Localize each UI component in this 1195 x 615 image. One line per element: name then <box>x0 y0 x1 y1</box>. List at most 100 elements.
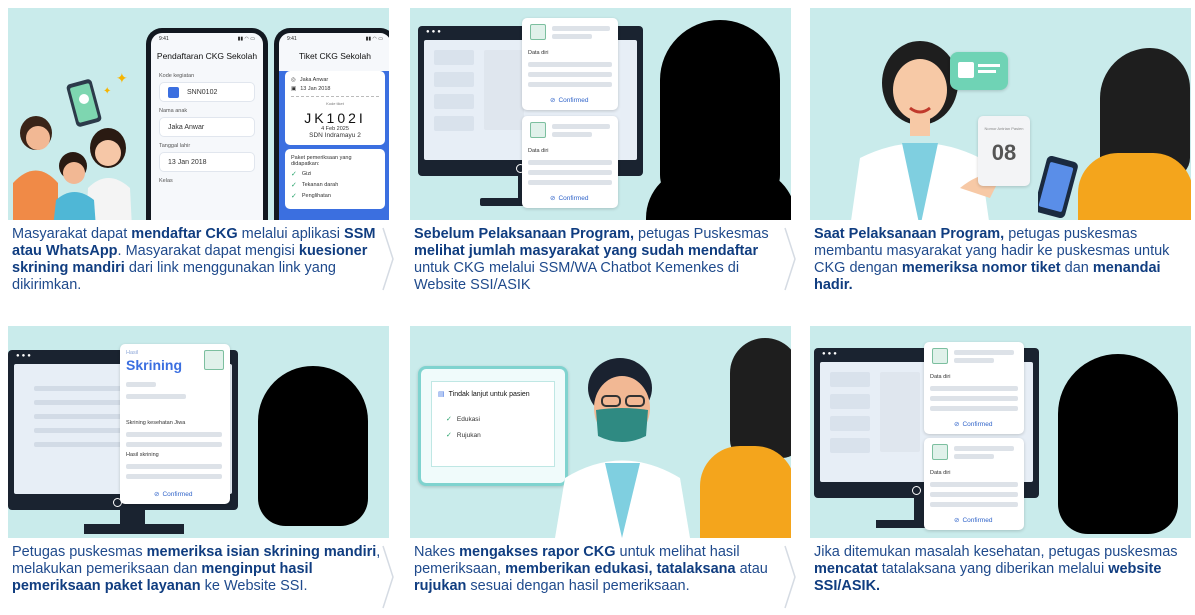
check-circle-icon: ⊘ <box>954 421 960 428</box>
caption-3: Saat Pelaksanaan Program, petugas puskes… <box>814 226 1189 294</box>
phone-whatsapp-icon <box>66 79 102 127</box>
caption-text: Petugas puskesmas <box>12 544 147 560</box>
caption-text: ke Website SSI. <box>200 578 308 594</box>
field-label: Kode kegiatan <box>159 73 195 79</box>
id-card-icon <box>950 52 1008 90</box>
caption-bold-text: memeriksa isian skrining mandiri <box>146 544 377 560</box>
ticket-code: JK102I <box>304 110 366 126</box>
panel-1: ✦ ✦ 9:41 ▮▮ ◠ ▭ Pendaftaran CKG Sekolah K… <box>0 0 395 307</box>
queue-ticket: Nomor Antrian Pasien 08 <box>978 116 1030 186</box>
check-icon: ✓ <box>446 416 452 423</box>
panel-5: ▤ Tindak lanjut untuk pasien ✓ Edukasi ✓ Ru… <box>402 318 797 615</box>
chevron-right-icon <box>382 545 394 609</box>
panel-2: ●●● Data diri ⊘ Confirmed Data diri ⊘ Co… <box>402 0 797 307</box>
confirmed-status: ⊘ Confirmed <box>550 96 589 105</box>
user-card: Data diri ⊘ Confirmed <box>522 18 618 110</box>
chevron-right-icon <box>784 227 796 291</box>
phone-title: Tiket CKG Sekolah <box>299 51 371 61</box>
caption-4: Petugas puskesmas memeriksa isian skrini… <box>12 544 387 595</box>
scene-followup: ▤ Tindak lanjut untuk pasien ✓ Edukasi ✓ Ru… <box>410 326 791 538</box>
caption-bold-text: Sebelum Pelaksanaan Program, <box>414 226 635 242</box>
user-icon: ◎ <box>291 77 296 83</box>
scene-checkin: Nomor Antrian Pasien 08 <box>810 8 1191 220</box>
scene-dashboard: ●●● Data diri ⊘ Confirmed Data diri ⊘ Co… <box>410 8 791 220</box>
caption-text: Nakes <box>414 544 460 560</box>
nama-field[interactable]: Jaka Anwar <box>159 117 255 137</box>
caption-6: Jika ditemukan masalah kesehatan, petuga… <box>814 544 1189 595</box>
ticket-card: ◎ Jaka Anwar ▣ 13 Jan 2018 Kode tiket JK10… <box>285 71 385 145</box>
ticket-school: SDN Indramayu 2 <box>309 132 361 139</box>
doctor-illustration <box>555 358 690 538</box>
caption-bold-text: mencatat <box>814 561 878 577</box>
check-icon: ✓ <box>291 171 297 178</box>
confirmed-status: ⊘ Confirmed <box>154 490 193 499</box>
data-diri-label: Data diri <box>930 470 951 476</box>
check-circle-icon: ⊘ <box>550 97 556 104</box>
caption-bold-text: mengakses rapor CKG <box>459 544 616 560</box>
data-diri-label: Data diri <box>528 148 549 154</box>
phone-icon <box>1038 156 1078 219</box>
caption-bold-text: memeriksa nomor tiket <box>901 260 1061 276</box>
tanggal-field[interactable]: 13 Jan 2018 <box>159 152 255 172</box>
status-time: 9:41 <box>159 36 169 42</box>
ticket-name: Jaka Anwar <box>299 77 329 83</box>
caption-text: untuk CKG melalui SSM/WA Chatbot Kemenke… <box>414 260 740 293</box>
caption-2: Sebelum Pelaksanaan Program, petugas Pus… <box>414 226 789 294</box>
check-circle-icon: ⊘ <box>154 491 160 498</box>
person-shirt <box>1078 153 1191 220</box>
caption-text: Masyarakat dapat <box>12 226 132 242</box>
caption-text: tatalaksana yang diberikan melalui <box>877 561 1109 577</box>
confirmed-status: ⊘ Confirmed <box>550 194 589 203</box>
paket-item: ✓ Gizi <box>291 171 312 178</box>
grid-icon <box>168 86 179 98</box>
chevron-right-icon <box>784 545 796 609</box>
caption-text: sesuai dengan hasil pemeriksaan. <box>466 578 690 594</box>
caption-text: . Masyarakat dapat mengisi <box>117 243 299 259</box>
status-icons: ▮▮ ◠ ▭ <box>365 36 383 42</box>
field-label: Tanggal lahir <box>159 143 191 149</box>
panel-3: Nomor Antrian Pasien 08 Saat Pelaksanaan… <box>802 0 1195 307</box>
avatar <box>530 122 546 138</box>
scene-record: ●●● Data diri ⊘ Confirmed Data diri ⊘ Co… <box>810 326 1191 538</box>
clipboard-icon: ▤ <box>438 391 445 398</box>
followup-card: ▤ Tindak lanjut untuk pasien ✓ Edukasi ✓ Ru… <box>418 366 568 486</box>
caption-text: atau <box>735 561 768 577</box>
person-shirt <box>700 446 791 538</box>
status-time: 9:41 <box>287 36 297 42</box>
avatar <box>530 24 546 40</box>
hasil-skrining-label: Hasil skrining <box>126 452 159 458</box>
ticket-code-label: Kode tiket <box>326 101 344 106</box>
user-card: Data diri ⊘ Confirmed <box>522 116 618 208</box>
window-dots: ●●● <box>426 29 443 35</box>
window-dots: ●●● <box>822 351 839 357</box>
paket-label: Paket pemeriksaan yang didapatkan: <box>291 155 352 167</box>
person-silhouette <box>258 366 368 526</box>
user-card: Data diri ⊘ Confirmed <box>924 342 1024 434</box>
kode-field[interactable]: SNN0102 <box>159 82 255 102</box>
hasil-label: Hasil <box>126 350 139 356</box>
caption-bold-text: melihat jumlah masyarakat yang sudah men… <box>414 243 759 259</box>
scene-screening: ●●● Hasil Skrining Skrining kesehatan Ji… <box>8 326 389 538</box>
paket-item: ✓ Tekanan darah <box>291 182 339 189</box>
caption-bold-text: memberikan edukasi, tatalaksana <box>505 561 736 577</box>
screening-card: Hasil Skrining Skrining kesehatan Jiwa H… <box>120 344 230 504</box>
check-icon: ✓ <box>291 193 297 200</box>
caption-text: dan <box>1060 260 1093 276</box>
caption-text: melalui aplikasi <box>237 226 345 242</box>
field-label: Nama anak <box>159 108 188 114</box>
caption-1: Masyarakat dapat mendaftar CKG melalui a… <box>12 226 387 294</box>
caption-5: Nakes mengakses rapor CKG untuk melihat … <box>414 544 789 595</box>
sparkle-icon: ✦ <box>116 70 128 86</box>
antrian-label: Nomor Antrian Pasien <box>984 126 1024 131</box>
person-silhouette <box>730 338 791 458</box>
paket-card: Paket pemeriksaan yang didapatkan: ✓ Gizi… <box>285 149 385 209</box>
calendar-icon: ▣ <box>291 86 297 92</box>
person-silhouette <box>1058 354 1178 534</box>
avatar <box>932 444 948 460</box>
panel-4: ●●● Hasil Skrining Skrining kesehatan Ji… <box>0 318 395 615</box>
sparkle-icon: ✦ <box>103 86 112 97</box>
caption-text: Jika ditemukan masalah kesehatan, petuga… <box>814 544 1178 560</box>
followup-item: ✓ Rujukan <box>446 431 481 440</box>
followup-item: ✓ Edukasi <box>446 415 480 424</box>
confirmed-status: ⊘ Confirmed <box>954 516 993 525</box>
